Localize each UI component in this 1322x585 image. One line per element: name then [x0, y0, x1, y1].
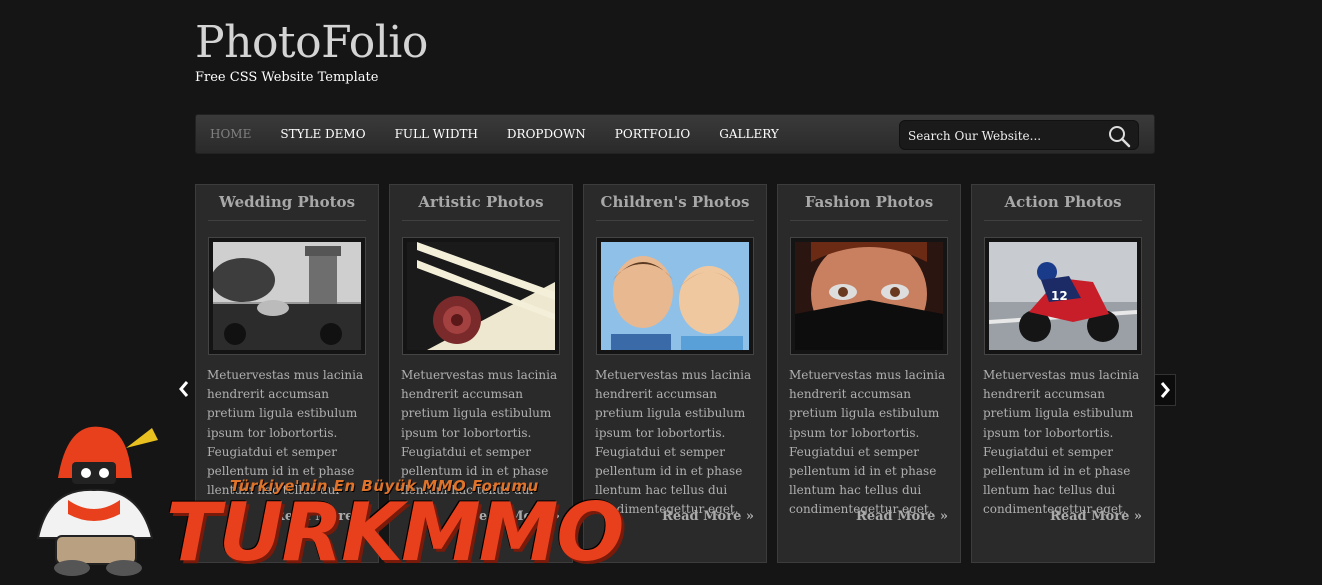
- svg-text:12: 12: [1051, 289, 1068, 303]
- card-description: Metuervestas mus lacinia hendrerit accum…: [401, 368, 558, 498]
- card-title[interactable]: Fashion Photos: [790, 193, 948, 221]
- mascot-logo: [36, 426, 158, 576]
- nav-item-home[interactable]: HOME: [210, 127, 251, 141]
- chevron-right-icon: [1160, 382, 1170, 398]
- card-photo-fashion[interactable]: [790, 237, 948, 355]
- search-input[interactable]: [908, 126, 1098, 146]
- slider-prev-button[interactable]: [173, 373, 195, 405]
- search-box: [899, 120, 1139, 150]
- site-header: PhotoFolio Free CSS Website Template: [195, 18, 428, 86]
- card-photo-artistic[interactable]: [402, 237, 560, 355]
- main-navbar: HOME STYLE DEMO FULL WIDTH DROPDOWN PORT…: [195, 114, 1155, 154]
- read-more-link[interactable]: Read More »: [1050, 509, 1142, 524]
- read-more-link[interactable]: Read More »: [662, 509, 754, 524]
- site-logo-title[interactable]: PhotoFolio: [195, 18, 428, 68]
- action-photo-image: 12: [989, 242, 1137, 350]
- card-wedding: Wedding Photos Metuervestas mus lacinia …: [195, 184, 379, 563]
- card-children: Children's Photos Metuervestas mus lacin…: [583, 184, 767, 563]
- read-more-link[interactable]: Read More »: [856, 509, 948, 524]
- card-title[interactable]: Artistic Photos: [402, 193, 560, 221]
- card-artistic: Artistic Photos Metuervestas mus lacinia…: [389, 184, 573, 563]
- card-title[interactable]: Wedding Photos: [208, 193, 366, 221]
- card-title[interactable]: Action Photos: [984, 193, 1142, 221]
- card-description: Metuervestas mus lacinia hendrerit accum…: [983, 368, 1140, 517]
- card-photo-action[interactable]: 12: [984, 237, 1142, 355]
- card-action: Action Photos 12 Metuervestas mus lacini…: [971, 184, 1155, 563]
- card-description: Metuervestas mus lacinia hendrerit accum…: [207, 368, 364, 498]
- read-more-link[interactable]: Read More »: [274, 509, 366, 524]
- card-photo-children[interactable]: [596, 237, 754, 355]
- site-tagline: Free CSS Website Template: [195, 70, 379, 85]
- artistic-photo-image: [407, 242, 555, 350]
- nav-item-dropdown[interactable]: DROPDOWN: [507, 127, 586, 141]
- search-icon[interactable]: [1107, 124, 1131, 148]
- card-description: Metuervestas mus lacinia hendrerit accum…: [595, 368, 752, 517]
- card-fashion: Fashion Photos Metuervestas mus lacinia …: [777, 184, 961, 563]
- card-photo-wedding[interactable]: [208, 237, 366, 355]
- wedding-photo-image: [213, 242, 361, 350]
- nav-item-portfolio[interactable]: PORTFOLIO: [615, 127, 690, 141]
- nav-menu: HOME STYLE DEMO FULL WIDTH DROPDOWN PORT…: [210, 115, 808, 153]
- nav-item-gallery[interactable]: GALLERY: [719, 127, 779, 141]
- fashion-photo-image: [795, 242, 943, 350]
- card-title[interactable]: Children's Photos: [596, 193, 754, 221]
- nav-item-full-width[interactable]: FULL WIDTH: [395, 127, 478, 141]
- slider-next-button[interactable]: [1154, 374, 1176, 406]
- children-photo-image: [601, 242, 749, 350]
- card-description: Metuervestas mus lacinia hendrerit accum…: [789, 368, 946, 517]
- read-more-link[interactable]: Read More »: [468, 509, 560, 524]
- chevron-left-icon: [179, 381, 189, 397]
- nav-item-style-demo[interactable]: STYLE DEMO: [280, 127, 365, 141]
